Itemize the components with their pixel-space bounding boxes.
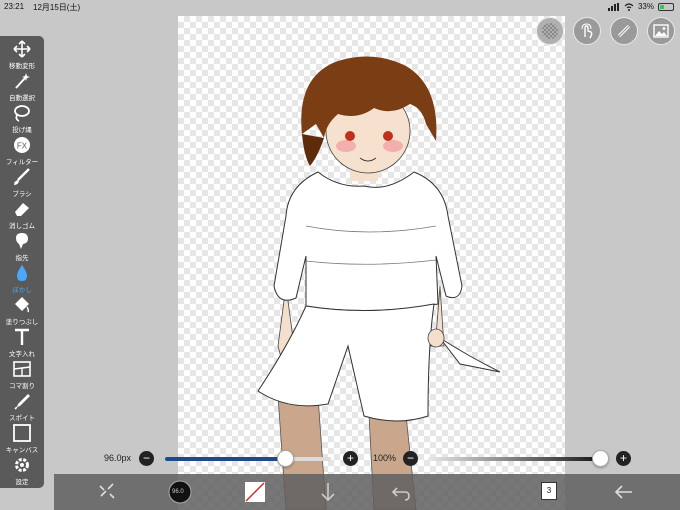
status-right: 33% bbox=[607, 2, 674, 11]
status-date: 12月15日(土) bbox=[33, 3, 81, 12]
move-icon bbox=[13, 40, 31, 58]
tool-magic-wand-label: 自動選択 bbox=[9, 95, 35, 102]
transparency-toggle-button[interactable] bbox=[536, 17, 564, 45]
undo-icon bbox=[391, 487, 410, 501]
fill-bucket-icon bbox=[15, 297, 30, 313]
ruler-button[interactable] bbox=[610, 17, 638, 45]
tool-fill-label: 塗りつぶし bbox=[5, 319, 39, 326]
tool-brush-label: ブラシ bbox=[12, 191, 32, 198]
eyedropper-icon bbox=[14, 394, 30, 410]
brush-size-slider-fill bbox=[165, 457, 285, 461]
bottom-bar: 96.0 bbox=[54, 474, 680, 510]
brush-size-slider-knob[interactable] bbox=[276, 450, 294, 467]
slider-row: 96.0px − + 100% − + bbox=[0, 450, 680, 468]
tool-lasso-label: 投げ縄 bbox=[12, 127, 32, 134]
transparency-toggle-icon bbox=[542, 23, 558, 39]
tool-smudge[interactable]: 指先 bbox=[0, 231, 44, 263]
brush-size-plus-button[interactable]: + bbox=[343, 451, 358, 466]
tool-lasso[interactable]: 投げ縄 bbox=[0, 103, 44, 135]
brush-icon bbox=[14, 168, 30, 185]
canvas-icon bbox=[13, 424, 31, 442]
tool-eraser-label: 消しゴム bbox=[9, 223, 35, 230]
tool-eyedropper-label: スポイト bbox=[9, 415, 35, 422]
character-illustration bbox=[257, 56, 501, 510]
tool-brush[interactable]: ブラシ bbox=[0, 167, 44, 199]
brush-size-label: 96.0px bbox=[104, 453, 132, 463]
tool-blur[interactable]: ぼかし bbox=[0, 263, 44, 295]
tool-frame-divider[interactable]: コマ割り bbox=[0, 359, 44, 391]
tool-eraser[interactable]: 消しゴム bbox=[0, 199, 44, 231]
back-arrow-icon bbox=[614, 485, 632, 499]
brush-preview-button[interactable]: 96.0 bbox=[162, 474, 198, 510]
gallery-icon bbox=[653, 24, 669, 38]
back-button[interactable] bbox=[606, 474, 642, 510]
battery-percent: 33% bbox=[637, 2, 654, 11]
smudge-icon bbox=[16, 233, 28, 249]
tool-fill[interactable]: 塗りつぶし bbox=[0, 295, 44, 327]
opacity-plus-button[interactable]: + bbox=[616, 451, 631, 466]
signal-icon bbox=[607, 2, 619, 11]
tool-blur-label: ぼかし bbox=[12, 287, 32, 294]
tool-eyedropper[interactable]: スポイト bbox=[0, 391, 44, 423]
tool-smudge-label: 指先 bbox=[15, 255, 29, 262]
tool-sidebar: 移動変形 自動選択 投げ縄 FX フィルター ブラシ 消しゴム 指先 ぼかし 塗… bbox=[0, 36, 44, 488]
tool-filter-label: フィルター bbox=[5, 159, 39, 166]
quick-tools-button[interactable] bbox=[89, 474, 125, 510]
tool-filter[interactable]: FX フィルター bbox=[0, 135, 44, 167]
eraser-icon bbox=[15, 203, 29, 216]
lasso-icon bbox=[14, 105, 30, 122]
tool-settings-label: 設定 bbox=[15, 479, 29, 486]
brush-size-minus-button[interactable]: − bbox=[139, 451, 154, 466]
download-button[interactable] bbox=[310, 474, 346, 510]
fx-icon: FX bbox=[14, 137, 30, 153]
drawing-canvas[interactable] bbox=[178, 16, 565, 510]
quick-tools-icon bbox=[99, 483, 115, 499]
tool-move[interactable]: 移動変形 bbox=[0, 39, 44, 71]
tool-frame-divider-label: コマ割り bbox=[9, 383, 35, 390]
touch-icon bbox=[581, 23, 593, 39]
brush-preview-size: 96.0 bbox=[172, 489, 184, 495]
text-icon bbox=[15, 328, 29, 345]
gallery-button[interactable] bbox=[647, 17, 675, 45]
tool-text[interactable]: 文字入れ bbox=[0, 327, 44, 359]
status-bar: 23:21 12月15日(土) 33% bbox=[0, 0, 680, 14]
tool-text-label: 文字入れ bbox=[9, 351, 35, 358]
brush-size-slider-track[interactable] bbox=[165, 457, 331, 461]
blur-icon bbox=[17, 265, 27, 281]
frame-divider-icon bbox=[13, 361, 31, 377]
battery-icon bbox=[658, 2, 674, 11]
color-swatch-icon bbox=[245, 482, 265, 502]
magic-wand-icon bbox=[15, 73, 30, 89]
battery-fill bbox=[660, 4, 664, 9]
opacity-slider-knob[interactable] bbox=[592, 450, 609, 467]
undo-button[interactable] bbox=[383, 474, 419, 510]
opacity-minus-button[interactable]: − bbox=[403, 451, 418, 466]
opacity-label: 100% bbox=[373, 453, 397, 463]
svg-text:FX: FX bbox=[17, 142, 28, 151]
color-swatch-button[interactable] bbox=[237, 474, 273, 510]
download-icon bbox=[321, 483, 335, 502]
touch-button[interactable] bbox=[573, 17, 601, 45]
opacity-slider-track[interactable] bbox=[428, 457, 604, 461]
status-time: 23:21 bbox=[4, 2, 25, 11]
tool-move-label: 移動変形 bbox=[9, 63, 35, 70]
wifi-icon bbox=[624, 2, 634, 11]
tool-magic-wand[interactable]: 自動選択 bbox=[0, 71, 44, 103]
ruler-icon bbox=[617, 24, 631, 38]
layer-count-badge: 3 bbox=[541, 482, 557, 500]
